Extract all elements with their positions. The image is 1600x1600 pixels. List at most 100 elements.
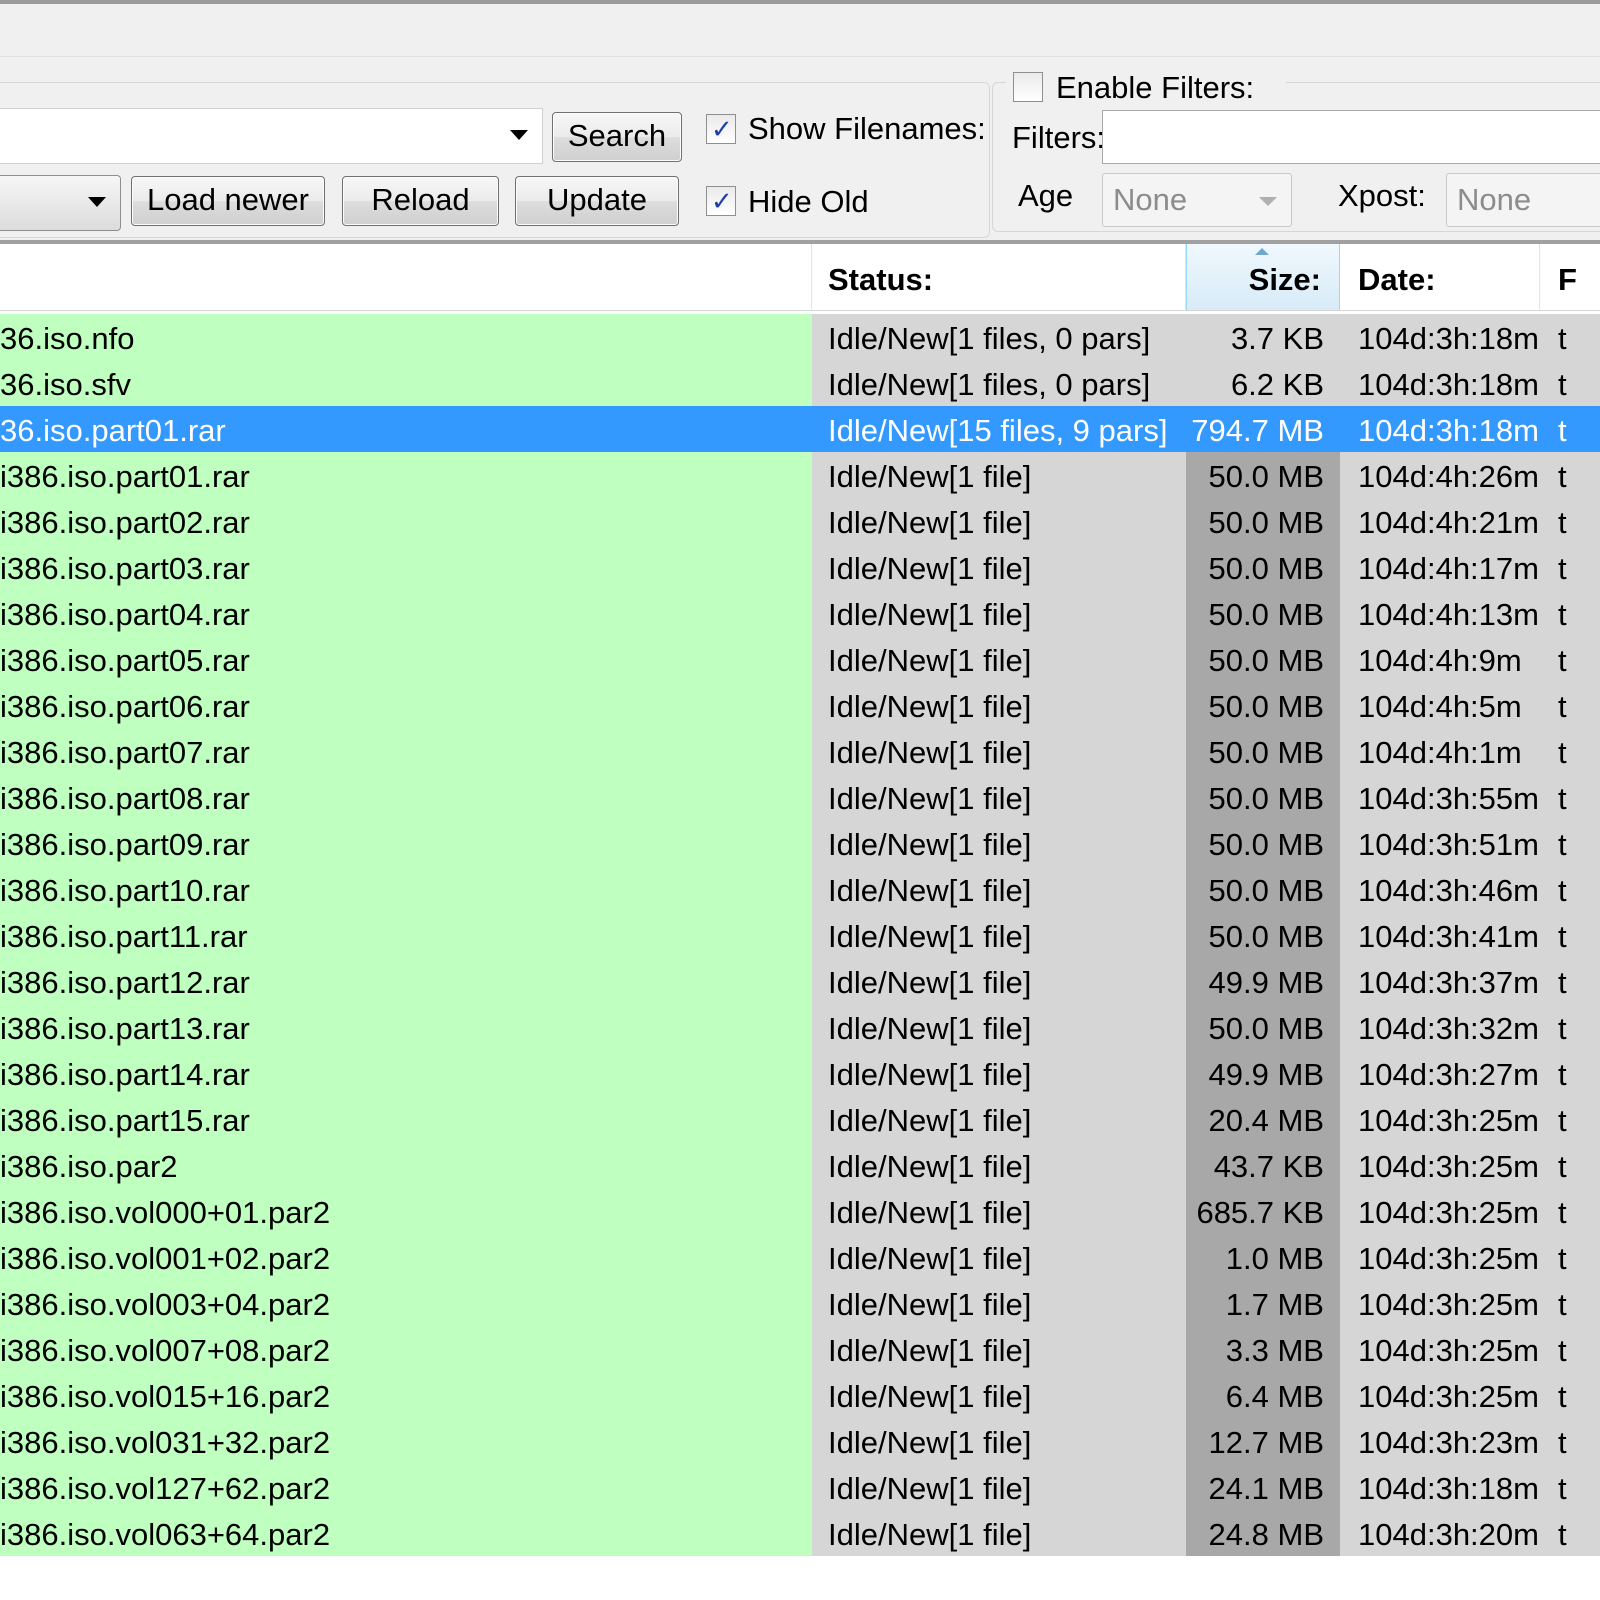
cell-extra: t — [1540, 820, 1600, 866]
age-dropdown[interactable]: None — [1102, 173, 1292, 227]
table-row[interactable]: i386.iso.part12.rar Idle/New[1 file] 49.9 … — [0, 958, 1600, 1004]
cell-name: i386.iso.vol063+64.par2 — [0, 1510, 812, 1556]
cell-date: 104d:4h:1m — [1340, 728, 1540, 774]
cell-extra: t — [1540, 912, 1600, 958]
cell-status: Idle/New[1 file] — [812, 774, 1186, 820]
sort-ascending-icon — [1255, 248, 1269, 255]
cell-extra: t — [1540, 314, 1600, 360]
cell-size: 685.7 KB — [1186, 1188, 1340, 1234]
table-row[interactable]: i386.iso.vol015+16.par2 Idle/New[1 file] 6… — [0, 1372, 1600, 1418]
table-row[interactable]: i386.iso.part14.rar Idle/New[1 file] 49.9 … — [0, 1050, 1600, 1096]
cell-size: 50.0 MB — [1186, 820, 1340, 866]
column-header-name[interactable] — [0, 244, 812, 310]
column-header-size[interactable]: Size: — [1186, 244, 1340, 310]
table-row[interactable]: i386.iso.vol001+02.par2 Idle/New[1 file] 1… — [0, 1234, 1600, 1280]
table-row[interactable]: i386.iso.part07.rar Idle/New[1 file] 50.0 … — [0, 728, 1600, 774]
cell-status: Idle/New[1 file] — [812, 958, 1186, 1004]
table-row[interactable]: i386.iso.part13.rar Idle/New[1 file] 50.0 … — [0, 1004, 1600, 1050]
cell-status: Idle/New[1 file] — [812, 866, 1186, 912]
cell-status: Idle/New[15 files, 9 pars] — [812, 406, 1186, 452]
cell-name: i386.iso.part12.rar — [0, 958, 812, 1004]
age-dropdown-value: None — [1113, 182, 1188, 217]
cell-name: i386.iso.vol001+02.par2 — [0, 1234, 812, 1280]
checkmark-icon: ✓ — [711, 114, 733, 144]
show-filenames-label: Show Filenames: — [748, 111, 986, 146]
chevron-down-icon[interactable] — [510, 130, 528, 140]
cell-size: 50.0 MB — [1186, 728, 1340, 774]
menu-strip — [0, 4, 1600, 57]
table-row[interactable]: 36.iso.nfo Idle/New[1 files, 0 pars] 3.7 K… — [0, 314, 1600, 360]
cell-extra: t — [1540, 958, 1600, 1004]
cell-name: i386.iso.part05.rar — [0, 636, 812, 682]
table-row[interactable]: i386.iso.part05.rar Idle/New[1 file] 50.0 … — [0, 636, 1600, 682]
table-row[interactable]: i386.iso.part04.rar Idle/New[1 file] 50.0 … — [0, 590, 1600, 636]
show-filenames-checkbox[interactable]: ✓ — [706, 114, 736, 144]
table-row[interactable]: i386.iso.vol031+32.par2 Idle/New[1 file] 1… — [0, 1418, 1600, 1464]
table-row[interactable]: i386.iso.part09.rar Idle/New[1 file] 50.0 … — [0, 820, 1600, 866]
column-header-extra[interactable]: F — [1540, 244, 1600, 310]
search-combobox[interactable] — [0, 108, 543, 164]
cell-extra: t — [1540, 1096, 1600, 1142]
load-newer-button[interactable]: Load newer — [131, 176, 325, 226]
column-header-date[interactable]: Date: — [1340, 244, 1540, 310]
table-row[interactable]: i386.iso.vol063+64.par2 Idle/New[1 file] 2… — [0, 1510, 1600, 1556]
cell-size: 43.7 KB — [1186, 1142, 1340, 1188]
cell-name: i386.iso.part06.rar — [0, 682, 812, 728]
table-row[interactable]: i386.iso.part01.rar Idle/New[1 file] 50.0 … — [0, 452, 1600, 498]
table-row[interactable]: 36.iso.part01.rar Idle/New[15 files, 9 pa… — [0, 406, 1600, 452]
cell-size: 50.0 MB — [1186, 498, 1340, 544]
cell-size: 3.3 MB — [1186, 1326, 1340, 1372]
cell-name: i386.iso.vol031+32.par2 — [0, 1418, 812, 1464]
cell-size: 50.0 MB — [1186, 866, 1340, 912]
cell-date: 104d:3h:18m — [1340, 314, 1540, 360]
table-row[interactable]: i386.iso.part03.rar Idle/New[1 file] 50.0 … — [0, 544, 1600, 590]
chevron-down-icon[interactable] — [88, 197, 106, 207]
hide-old-label: Hide Old — [748, 184, 869, 219]
cell-name: 36.iso.part01.rar — [0, 406, 812, 452]
cell-size: 50.0 MB — [1186, 544, 1340, 590]
cell-date: 104d:4h:13m — [1340, 590, 1540, 636]
cell-name: i386.iso.vol015+16.par2 — [0, 1372, 812, 1418]
table-row[interactable]: i386.iso.part15.rar Idle/New[1 file] 20.4 … — [0, 1096, 1600, 1142]
cell-status: Idle/New[1 file] — [812, 1372, 1186, 1418]
cell-extra: t — [1540, 1142, 1600, 1188]
cell-date: 104d:3h:18m — [1340, 406, 1540, 452]
table-row[interactable]: i386.iso.vol007+08.par2 Idle/New[1 file] 3… — [0, 1326, 1600, 1372]
cell-size: 49.9 MB — [1186, 1050, 1340, 1096]
hide-old-checkbox[interactable]: ✓ — [706, 186, 736, 216]
enable-filters-checkbox[interactable] — [1013, 72, 1043, 102]
cell-size: 24.8 MB — [1186, 1510, 1340, 1556]
table-row[interactable]: i386.iso.part10.rar Idle/New[1 file] 50.0 … — [0, 866, 1600, 912]
table-row[interactable]: 36.iso.sfv Idle/New[1 files, 0 pars] 6.2 K… — [0, 360, 1600, 406]
cell-name: i386.iso.part08.rar — [0, 774, 812, 820]
table-row[interactable]: i386.iso.vol000+01.par2 Idle/New[1 file] 6… — [0, 1188, 1600, 1234]
cell-extra: t — [1540, 1280, 1600, 1326]
cell-name: i386.iso.part10.rar — [0, 866, 812, 912]
cell-date: 104d:3h:55m — [1340, 774, 1540, 820]
cell-status: Idle/New[1 file] — [812, 682, 1186, 728]
filters-input[interactable] — [1102, 110, 1600, 164]
cell-date: 104d:4h:5m — [1340, 682, 1540, 728]
cell-date: 104d:3h:25m — [1340, 1188, 1540, 1234]
table-row[interactable]: i386.iso.part06.rar Idle/New[1 file] 50.0 … — [0, 682, 1600, 728]
cell-status: Idle/New[1 files, 0 pars] — [812, 360, 1186, 406]
table-row[interactable]: i386.iso.part11.rar Idle/New[1 file] 50.0 … — [0, 912, 1600, 958]
cell-extra: t — [1540, 360, 1600, 406]
group-select-combobox[interactable] — [0, 175, 121, 231]
table-row[interactable]: i386.iso.part08.rar Idle/New[1 file] 50.0 … — [0, 774, 1600, 820]
cell-name: i386.iso.part11.rar — [0, 912, 812, 958]
search-button[interactable]: Search — [552, 112, 682, 162]
table-row[interactable]: i386.iso.vol003+04.par2 Idle/New[1 file] 1… — [0, 1280, 1600, 1326]
file-list[interactable]: Status: Size: Date: F 36.iso.nfo Idle/New… — [0, 244, 1600, 1600]
table-row[interactable]: i386.iso.part02.rar Idle/New[1 file] 50.0 … — [0, 498, 1600, 544]
xpost-dropdown[interactable]: None — [1446, 173, 1600, 227]
cell-date: 104d:3h:46m — [1340, 866, 1540, 912]
column-header-status[interactable]: Status: — [812, 244, 1186, 310]
chevron-down-icon — [1259, 197, 1277, 206]
update-button[interactable]: Update — [515, 176, 679, 226]
cell-date: 104d:4h:9m — [1340, 636, 1540, 682]
cell-status: Idle/New[1 file] — [812, 452, 1186, 498]
table-row[interactable]: i386.iso.vol127+62.par2 Idle/New[1 file] 2… — [0, 1464, 1600, 1510]
reload-button[interactable]: Reload — [342, 176, 499, 226]
table-row[interactable]: i386.iso.par2 Idle/New[1 file] 43.7 KB 104d… — [0, 1142, 1600, 1188]
